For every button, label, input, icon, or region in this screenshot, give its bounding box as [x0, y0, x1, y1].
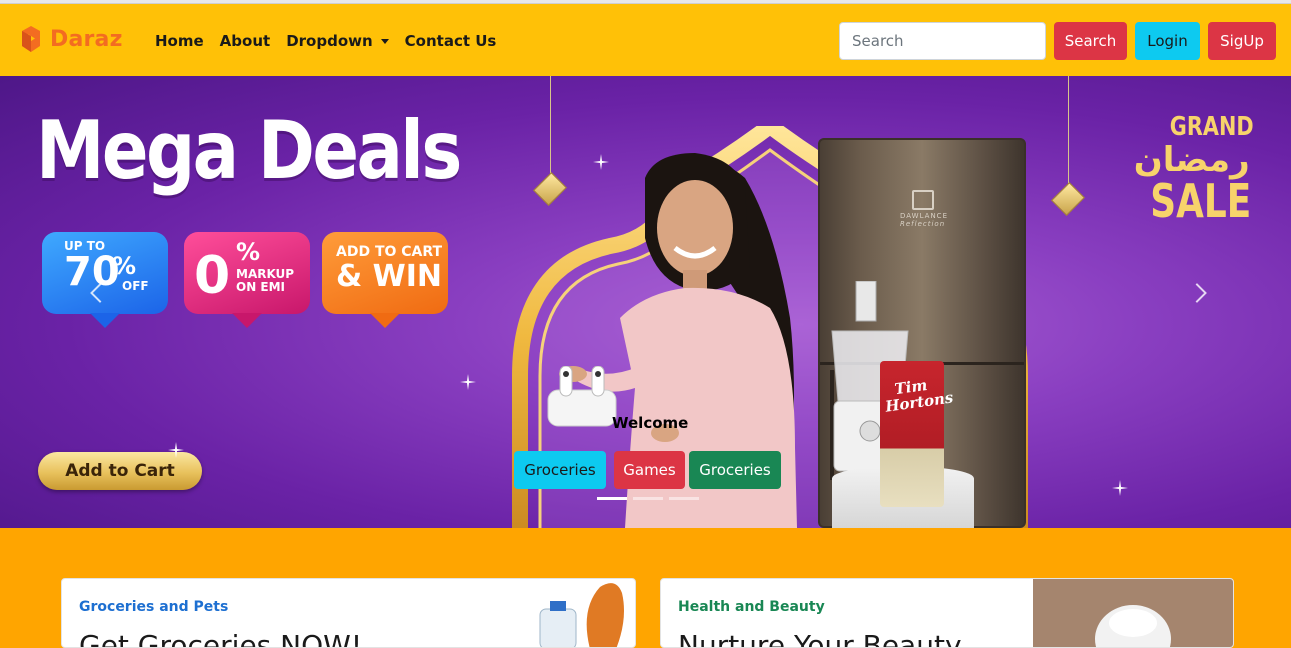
sparkle-icon: [1112, 480, 1128, 496]
lantern-string: [1068, 76, 1069, 186]
games-button[interactable]: Games: [614, 451, 685, 489]
fridge-brand: DAWLANCE Reflection: [900, 212, 948, 228]
carousel-indicator-3[interactable]: [669, 497, 699, 500]
brand-name: Daraz: [50, 26, 123, 52]
badge-2-line2: ON EMI: [236, 280, 286, 294]
fridge-logo-icon: [912, 190, 934, 210]
lantern-icon: [1051, 182, 1085, 216]
badge-3-line2: & WIN: [336, 259, 442, 294]
grand-text: GRAND: [1169, 112, 1254, 142]
brand-logo[interactable]: Daraz: [18, 24, 123, 54]
nav-dropdown[interactable]: Dropdown: [286, 32, 389, 50]
badge-1-suffix: %: [112, 252, 137, 280]
badge-70-off: UP TO 70 % OFF: [42, 232, 168, 328]
coffee-bag-image: Tim Hortons: [880, 361, 955, 507]
nav-contact[interactable]: Contact Us: [405, 32, 497, 50]
nav-dropdown-label: Dropdown: [286, 32, 373, 50]
airpods-image: [547, 366, 617, 427]
card-heading: Get Groceries NOW!: [79, 629, 363, 648]
card-title: Health and Beauty: [678, 599, 825, 615]
nav-links: Home About Dropdown Contact Us: [155, 32, 496, 50]
signup-button[interactable]: SigUp: [1208, 22, 1276, 60]
badge-add-to-cart-win: ADD TO CART & WIN: [322, 232, 448, 328]
hero-carousel: Mega Deals UP TO 70 % OFF 0 % MARKUP ON …: [0, 76, 1291, 528]
carousel-caption: Welcome: [612, 414, 689, 432]
badge-2-suffix: %: [236, 238, 261, 266]
sparkle-icon: [593, 154, 609, 170]
carousel-indicator-1[interactable]: [597, 497, 627, 500]
badge-3-line1: ADD TO CART: [336, 244, 443, 260]
coffee-brand: Tim Hortons: [884, 375, 955, 416]
sparkle-icon: [168, 442, 184, 458]
daraz-logo-icon: [22, 26, 40, 52]
nav-about[interactable]: About: [220, 32, 271, 50]
card-title: Groceries and Pets: [79, 599, 229, 615]
badge-2-big: 0: [194, 246, 231, 306]
sale-text: SALE: [1150, 174, 1252, 228]
nav-home[interactable]: Home: [155, 32, 204, 50]
badge-0-markup: 0 % MARKUP ON EMI: [184, 232, 310, 328]
search-button[interactable]: Search: [1054, 22, 1127, 60]
badge-1-bottom: OFF: [122, 279, 149, 293]
carousel-next-icon[interactable]: [1187, 283, 1207, 303]
hero-headline: Mega Deals: [36, 104, 462, 197]
caret-down-icon: [380, 38, 389, 44]
search-input[interactable]: [839, 22, 1046, 60]
groceries-button-2[interactable]: Groceries: [689, 451, 781, 489]
grand-ramadan-sale: GRAND رمضان SALE: [1118, 112, 1265, 228]
login-button[interactable]: Login: [1135, 22, 1200, 60]
groceries-button[interactable]: Groceries: [514, 451, 606, 489]
carousel-indicator-2[interactable]: [633, 497, 663, 500]
navbar: Daraz Home About Dropdown Contact Us Sea…: [0, 4, 1291, 76]
card-heading: Nurture Your Beauty: [678, 629, 962, 648]
sparkle-icon: [460, 374, 476, 390]
